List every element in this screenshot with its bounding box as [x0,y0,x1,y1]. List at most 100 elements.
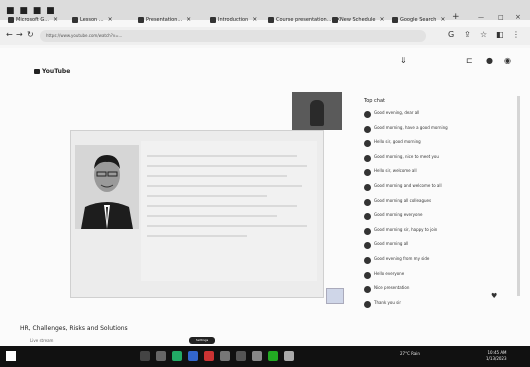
menu-icon[interactable]: ⋮ [512,30,520,39]
extensions-icon[interactable]: ◧ [496,30,504,39]
close-icon[interactable]: × [186,16,191,23]
back-icon[interactable]: ← [6,30,13,39]
close-icon[interactable]: × [53,16,58,23]
chat-message-text: Hello sir, good morning [374,139,421,145]
app-icon[interactable] [220,351,230,361]
tab-strip: ■ ■ ■ ■ Microsoft G... × Lesson ... × Pres… [0,0,530,23]
chat-message: Hello sir, welcome all [364,168,514,183]
chat-message-text: Good morning, have a good morning [374,124,448,130]
chat-message: Good morning, nice to meet you [364,154,514,169]
video-title: HR, Challenges, Risks and Solutions [20,325,128,332]
chat-message-text: Good evening from my side [374,255,430,261]
search-icon[interactable] [140,351,150,361]
chat-message-text: Good morning all colleagues [374,197,432,203]
star-icon[interactable]: ☆ [480,30,487,39]
avatar[interactable] [364,242,371,250]
chat-message: Good evening, dear all [364,110,514,125]
chat-scrollbar[interactable] [517,96,520,296]
youtube-logo-icon [34,69,40,74]
avatar[interactable] [364,111,371,118]
avatar[interactable] [364,154,371,162]
tab-favicon-icon [8,16,14,23]
chat-message: Good morning sir, happy to join [364,227,514,242]
close-icon[interactable]: × [440,16,445,23]
tab-4[interactable]: Course presentation...× [268,13,341,27]
chat-message-text: Thank you sir [374,299,402,305]
reaction-icon[interactable]: ♥ [491,292,497,300]
youtube-logo[interactable]: YouTube [34,68,70,75]
video-player[interactable]: Settings [70,130,324,344]
chat-message-text: Good morning, nice to meet you [374,153,439,159]
chat-message: Good morning and welcome to all [364,183,514,198]
maximize-icon[interactable]: □ [498,14,504,21]
avatar[interactable] [364,198,371,206]
avatar[interactable] [364,169,371,177]
forward-icon[interactable]: → [16,30,23,39]
taskview-icon[interactable] [156,351,166,361]
tab-favicon-icon [210,16,216,23]
avatar[interactable] [364,286,371,294]
app-icon[interactable] [236,351,246,361]
tab-0[interactable]: Microsoft G... × [8,13,58,27]
notifications-icon[interactable]: ● [486,56,493,65]
chat-message-text: Hello sir, welcome all [374,168,417,174]
chat-message: Hello everyone [364,271,514,286]
tab-5[interactable]: New Schedule × [332,13,385,27]
video-subtitle: Live stream [30,338,54,343]
close-icon[interactable]: × [252,16,257,23]
close-window-icon[interactable]: × [515,13,521,21]
explorer-icon[interactable] [188,351,198,361]
tab-favicon-icon [72,16,78,23]
app-icon[interactable] [284,351,294,361]
chrome-icon[interactable] [172,351,182,361]
minimize-icon[interactable]: — [478,14,484,21]
account-avatar[interactable]: ◉ [504,56,511,65]
chat-message: Good morning everyone [364,212,514,227]
avatar[interactable] [364,125,371,133]
cast-icon[interactable]: ⊏ [466,56,473,65]
tab-1[interactable]: Lesson ... × [72,13,113,27]
avatar[interactable] [364,140,371,148]
app-icon[interactable] [268,351,278,361]
avatar[interactable] [364,300,371,308]
app-icon[interactable] [204,351,214,361]
app-icon[interactable] [252,351,262,361]
start-icon[interactable] [6,351,16,361]
weather-tray[interactable]: 27°C Rain [400,351,420,356]
chat-message: Good morning all colleagues [364,198,514,213]
avatar[interactable] [364,213,371,221]
close-icon[interactable]: × [379,16,384,23]
share-icon[interactable]: ⇪ [464,30,471,39]
avatar[interactable] [364,227,371,235]
chat-message-text: Good evening, dear all [374,110,420,115]
tab-favicon-icon [332,16,338,23]
clock-date: 1/13/2023 [486,356,507,361]
close-icon[interactable]: × [108,16,113,23]
chat-title: Top chat [364,98,385,104]
chat-message-list: Good evening, dear all Good morning, have… [364,110,514,314]
chat-message-text: Good morning and welcome to all [374,182,442,188]
avatar[interactable] [364,256,371,264]
webcam-thumbnail[interactable] [292,92,342,130]
tab-2[interactable]: Presentation... × [138,13,191,27]
avatar[interactable] [364,271,371,279]
url-field[interactable]: https://www.youtube.com/watch?v=... [40,30,426,42]
presentation-slide [141,141,317,281]
avatar[interactable] [364,183,371,191]
tab-3[interactable]: Introduction × [210,13,257,27]
google-icon[interactable]: G [448,30,454,39]
pip-icon[interactable] [326,288,344,304]
video-settings-button[interactable]: Settings [189,337,215,344]
taskbar-clock[interactable]: 10:45 AM 1/13/2023 [486,350,507,362]
tab-6[interactable]: Google Search × [392,13,445,27]
reload-icon[interactable]: ↻ [27,30,34,39]
new-tab-button[interactable]: + [452,12,460,22]
chat-message-text: Good morning all [374,241,409,247]
download-icon[interactable]: ⇓ [400,56,407,65]
speaker-image [75,145,139,229]
youtube-page: YouTube ⇓ ⊏ ● ◉ Settings Top chat Good e… [0,48,530,348]
chat-message-text: Hello everyone [374,270,405,276]
browser-window: ■ ■ ■ ■ Microsoft G... × Lesson ... × Pres… [0,0,530,367]
tab-favicon-icon [392,16,398,23]
chat-message-text: Good morning sir, happy to join [374,226,438,232]
